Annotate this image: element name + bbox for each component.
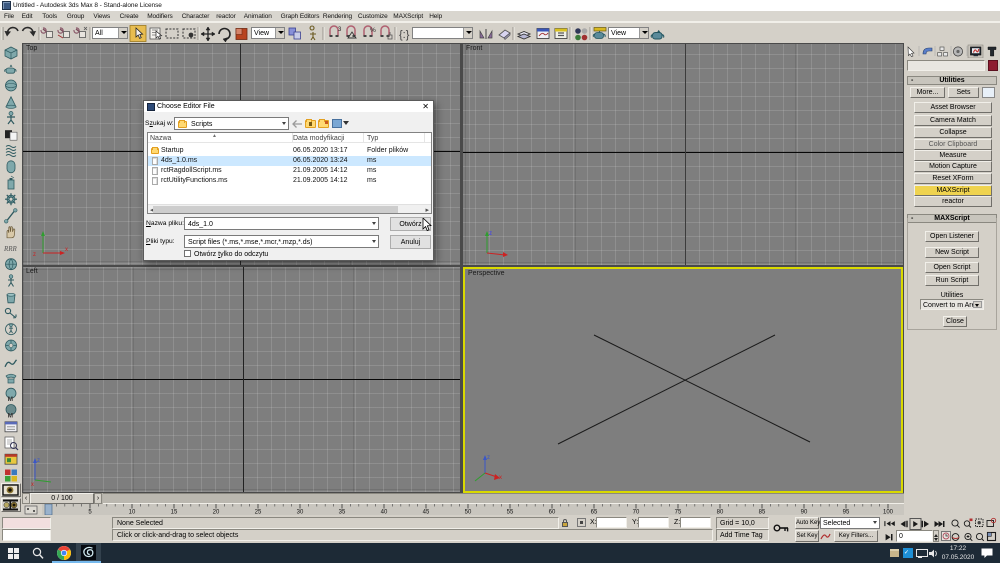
svg-text:M: M: [8, 396, 13, 403]
svg-text:x: x: [499, 475, 502, 481]
svg-text:%: %: [370, 27, 376, 34]
svg-text:z: z: [33, 252, 36, 257]
svg-text:x: x: [65, 247, 68, 253]
svg-text:M: M: [8, 413, 13, 420]
svg-text:{:}: {:}: [399, 29, 410, 41]
svg-text:x: x: [31, 482, 34, 486]
svg-text:z: z: [487, 455, 490, 461]
svg-text:RRR: RRR: [3, 245, 18, 253]
svg-text:z: z: [37, 458, 40, 464]
svg-text:z: z: [489, 231, 492, 237]
